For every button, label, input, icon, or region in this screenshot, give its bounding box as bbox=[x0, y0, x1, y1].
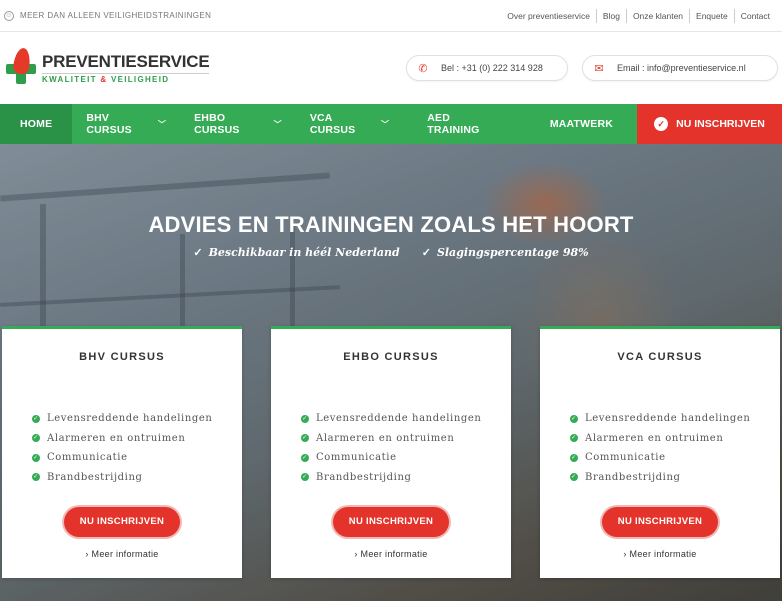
site-header: PREVENTIESERVICE KWALITEIT & VEILIGHEID … bbox=[0, 32, 782, 104]
list-item: ✓ Alarmeren en ontruimen bbox=[301, 432, 455, 444]
check-circle-icon: ✓ bbox=[32, 434, 40, 443]
nu-inschrijven-button[interactable]: NU INSCHRIJVEN bbox=[64, 507, 180, 537]
usp-item: ✓ Beschikbaar in héél Nederland bbox=[193, 246, 400, 259]
list-item: ✓ Communicatie bbox=[570, 452, 666, 464]
email-text: Email : info@preventieservice.nl bbox=[617, 63, 746, 73]
nu-inschrijven-button[interactable]: NU INSCHRIJVEN bbox=[333, 507, 449, 537]
meer-informatie-link[interactable]: › Meer informatie bbox=[540, 549, 780, 559]
chevron-down-icon: ﹀ bbox=[273, 119, 282, 129]
list-item: ✓ Levensreddende handelingen bbox=[301, 413, 482, 425]
check-circle-icon: ✓ bbox=[301, 434, 309, 443]
nav-vca-cursus[interactable]: VCA CURSUS ﹀ bbox=[296, 104, 403, 144]
nav-ehbo-cursus[interactable]: EHBO CURSUS ﹀ bbox=[180, 104, 296, 144]
check-circle-icon: ✓ bbox=[570, 453, 578, 462]
top-links: Over preventieservice Blog Onze klanten … bbox=[501, 8, 776, 23]
list-item: ✓ Brandbestrijding bbox=[570, 471, 681, 483]
course-card-bhv: BHV CURSUS ✓ Levensreddende handelingen ✓… bbox=[2, 326, 242, 578]
check-circle-icon: ✓ bbox=[32, 414, 40, 423]
link-blog[interactable]: Blog bbox=[595, 8, 626, 23]
phone-contact[interactable]: ✆ Bel : +31 (0) 222 314 928 bbox=[406, 55, 568, 81]
check-circle-icon: ✓ bbox=[570, 434, 578, 443]
smiley-icon: ☺ bbox=[4, 10, 14, 21]
phone-icon: ✆ bbox=[418, 62, 428, 75]
check-circle-icon: ✓ bbox=[301, 414, 309, 423]
check-circle-icon: ✓ bbox=[32, 473, 40, 482]
card-title: VCA CURSUS bbox=[617, 351, 703, 363]
check-circle-icon: ✓ bbox=[301, 453, 309, 462]
nav-home[interactable]: HOME bbox=[0, 104, 73, 144]
phone-text: Bel : +31 (0) 222 314 928 bbox=[441, 63, 543, 73]
logo[interactable]: PREVENTIESERVICE KWALITEIT & VEILIGHEID bbox=[4, 47, 210, 88]
logo-tagline: KWALITEIT & VEILIGHEID bbox=[42, 73, 210, 84]
chevron-down-icon: ﹀ bbox=[381, 119, 390, 129]
top-tagline: ☺ MEER DAN ALLEEN VEILIGHEIDSTRAININGEN bbox=[4, 10, 212, 21]
card-title: BHV CURSUS bbox=[79, 351, 165, 363]
meer-informatie-link[interactable]: › Meer informatie bbox=[271, 549, 511, 559]
email-contact[interactable]: ✉ Email : info@preventieservice.nl bbox=[582, 55, 778, 81]
nav-bhv-cursus[interactable]: BHV CURSUS ﹀ bbox=[72, 104, 180, 144]
list-item: ✓ Brandbestrijding bbox=[32, 471, 143, 483]
nav-maatwerk[interactable]: MAATWERK bbox=[526, 104, 637, 144]
list-item: ✓ Alarmeren en ontruimen bbox=[570, 432, 724, 444]
list-item: ✓ Communicatie bbox=[32, 452, 128, 464]
link-enquete[interactable]: Enquete bbox=[689, 8, 734, 23]
envelope-icon: ✉ bbox=[594, 62, 604, 75]
top-bar: ☺ MEER DAN ALLEEN VEILIGHEIDSTRAININGEN … bbox=[0, 0, 782, 32]
hero-usps: ✓ Beschikbaar in héél Nederland ✓ Slagings… bbox=[0, 246, 782, 259]
check-circle-icon: ✓ bbox=[32, 453, 40, 462]
list-item: ✓ Levensreddende handelingen bbox=[570, 413, 751, 425]
main-nav: HOME BHV CURSUS ﹀ EHBO CURSUS ﹀ VCA CURSUS… bbox=[0, 104, 782, 144]
list-item: ✓ Communicatie bbox=[301, 452, 397, 464]
check-icon: ✓ bbox=[193, 246, 203, 259]
usp-item: ✓ Slagingspercentage 98% bbox=[421, 246, 589, 259]
hero-title: ADVIES EN TRAININGEN ZOALS HET HOORT bbox=[148, 212, 634, 237]
link-onze-klanten[interactable]: Onze klanten bbox=[625, 8, 689, 23]
logo-name: PREVENTIESERVICE bbox=[42, 52, 210, 71]
course-card-ehbo: EHBO CURSUS ✓ Levensreddende handelingen … bbox=[271, 326, 511, 578]
list-item: ✓ Levensreddende handelingen bbox=[32, 413, 213, 425]
course-card-vca: VCA CURSUS ✓ Levensreddende handelingen ✓… bbox=[540, 326, 780, 578]
nav-aed-training[interactable]: AED TRAINING bbox=[403, 104, 526, 144]
check-circle-icon: ✓ bbox=[654, 117, 669, 131]
logo-cross-flame-icon bbox=[4, 47, 38, 88]
link-over-preventieservice[interactable]: Over preventieservice bbox=[501, 9, 596, 23]
check-icon: ✓ bbox=[421, 246, 431, 259]
list-item: ✓ Brandbestrijding bbox=[301, 471, 412, 483]
check-circle-icon: ✓ bbox=[570, 473, 578, 482]
chevron-down-icon: ﹀ bbox=[157, 119, 167, 129]
nu-inschrijven-button[interactable]: NU INSCHRIJVEN bbox=[602, 507, 718, 537]
nav-nu-inschrijven-button[interactable]: ✓ NU INSCHRIJVEN bbox=[637, 104, 782, 144]
list-item: ✓ Alarmeren en ontruimen bbox=[32, 432, 186, 444]
tagline-text: MEER DAN ALLEEN VEILIGHEIDSTRAININGEN bbox=[20, 11, 212, 20]
meer-informatie-link[interactable]: › Meer informatie bbox=[2, 549, 242, 559]
check-circle-icon: ✓ bbox=[570, 414, 578, 423]
link-contact[interactable]: Contact bbox=[733, 8, 776, 23]
check-circle-icon: ✓ bbox=[301, 473, 309, 482]
card-title: EHBO CURSUS bbox=[343, 351, 439, 363]
